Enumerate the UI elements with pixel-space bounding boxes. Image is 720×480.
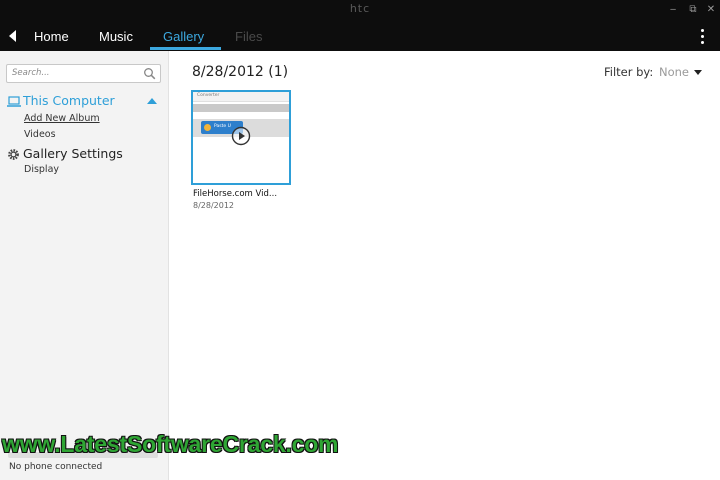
thumbnail-toolbar	[193, 104, 289, 112]
tab-files[interactable]: Files	[235, 29, 262, 44]
file-name[interactable]: FileHorse.com Vid...	[193, 189, 277, 199]
watermark: www.LatestSoftwareCrack.com	[2, 431, 339, 457]
laptop-icon	[7, 96, 21, 107]
more-options-icon[interactable]	[701, 29, 706, 45]
filter-dropdown[interactable]: None	[659, 65, 689, 79]
active-tab-indicator	[150, 47, 221, 50]
back-arrow-icon[interactable]	[9, 30, 16, 42]
sidebar-item-this-computer[interactable]: This Computer	[7, 93, 162, 109]
thumbnail-header: Converter	[193, 92, 289, 102]
top-bar: htc ‒ ⧉ ✕ Home Music Gallery Files	[0, 0, 720, 51]
restore-button[interactable]: ⧉	[686, 4, 700, 16]
thumbnail-title: Converter	[197, 93, 220, 98]
filter-label: Filter by:	[604, 65, 654, 79]
sidebar-item-label: This Computer	[23, 93, 115, 108]
tab-home[interactable]: Home	[34, 29, 69, 44]
sidebar-item-videos[interactable]: Videos	[24, 129, 56, 140]
sidebar: Search... This Computer Add New Album Vi…	[0, 51, 169, 480]
search-icon[interactable]	[143, 67, 156, 80]
search-input[interactable]: Search...	[6, 64, 161, 83]
date-group-heading: 8/28/2012 (1)	[192, 64, 289, 80]
brand-logo: htc	[349, 2, 371, 15]
thumbnail-button-label: Paste U	[214, 124, 231, 129]
tab-music[interactable]: Music	[99, 29, 133, 44]
minimize-button[interactable]: ‒	[666, 4, 680, 16]
chevron-down-icon[interactable]	[694, 70, 702, 75]
tab-gallery[interactable]: Gallery	[163, 29, 204, 44]
video-thumbnail[interactable]: Converter Paste U	[191, 90, 291, 185]
sidebar-item-label: Gallery Settings	[23, 146, 123, 161]
paste-icon	[204, 124, 211, 131]
gear-icon	[8, 149, 19, 160]
sidebar-item-gallery-settings[interactable]: Gallery Settings	[7, 146, 162, 162]
search-placeholder: Search...	[12, 68, 50, 78]
play-icon[interactable]	[231, 126, 251, 146]
add-new-album-link[interactable]: Add New Album	[24, 113, 100, 124]
sidebar-item-display[interactable]: Display	[24, 164, 59, 175]
file-date: 8/28/2012	[193, 201, 235, 210]
close-button[interactable]: ✕	[704, 4, 718, 16]
phone-status-text: No phone connected	[9, 462, 103, 472]
collapse-arrow-icon[interactable]	[147, 98, 157, 104]
